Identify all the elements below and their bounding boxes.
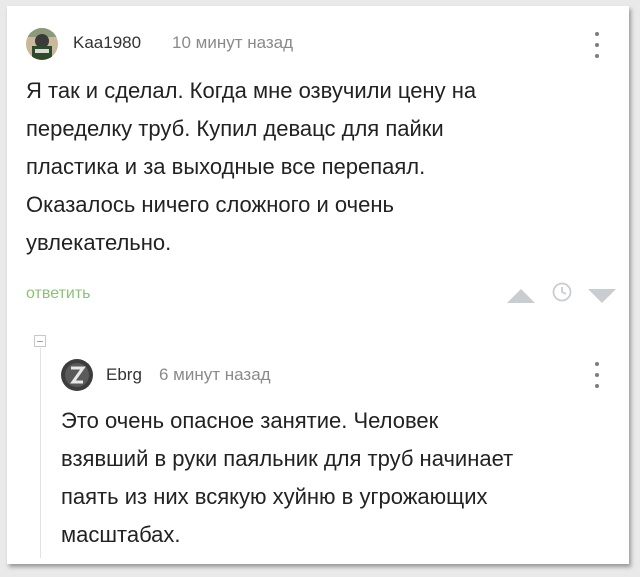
comment-author[interactable]: Kaa1980 — [73, 33, 141, 53]
comment-text-line: пластика и за выходные все перепаял. — [26, 154, 426, 179]
comment-text-line: Оказалось ничего сложного и очень — [26, 192, 394, 217]
thread-line — [40, 348, 41, 558]
comment-text: Я так и сделал. Когда мне озвучили цену … — [26, 72, 476, 262]
comment-text-line: паять из них всякую хуйню в угрожающих — [61, 484, 488, 509]
comment-text-line: взявший в руки паяльник для труб начинае… — [61, 446, 514, 471]
comment-author[interactable]: Ebrg — [106, 365, 142, 385]
comment-text-line: увлекательно. — [26, 230, 172, 255]
avatar[interactable] — [26, 28, 58, 60]
upvote-icon[interactable] — [507, 289, 535, 303]
comment-card: Kaa1980 10 минут назад Я так и сделал. К… — [7, 6, 629, 564]
clock-icon[interactable] — [552, 282, 572, 302]
comment-timestamp: 6 минут назад — [159, 365, 271, 384]
more-options-icon[interactable] — [589, 32, 605, 58]
comment-text-line: Это очень опасное занятие. Человек — [61, 408, 439, 433]
collapse-thread-icon[interactable] — [34, 335, 46, 347]
avatar[interactable] — [61, 359, 93, 391]
comment-text-line: переделку труб. Купил девацс для пайки — [26, 116, 444, 141]
comment-text: Это очень опасное занятие. Человек взявш… — [61, 402, 513, 554]
more-options-icon[interactable] — [589, 362, 605, 388]
downvote-icon[interactable] — [588, 289, 616, 303]
comment-text-line: масштабах. — [61, 522, 181, 547]
comment-text-line: Я так и сделал. Когда мне озвучили цену … — [26, 78, 477, 103]
comment-timestamp: 10 минут назад — [172, 33, 294, 52]
avatar-kaa1980-icon — [26, 28, 58, 60]
reply-button[interactable]: ответить — [26, 285, 91, 303]
avatar-ebrg-icon — [61, 359, 93, 391]
